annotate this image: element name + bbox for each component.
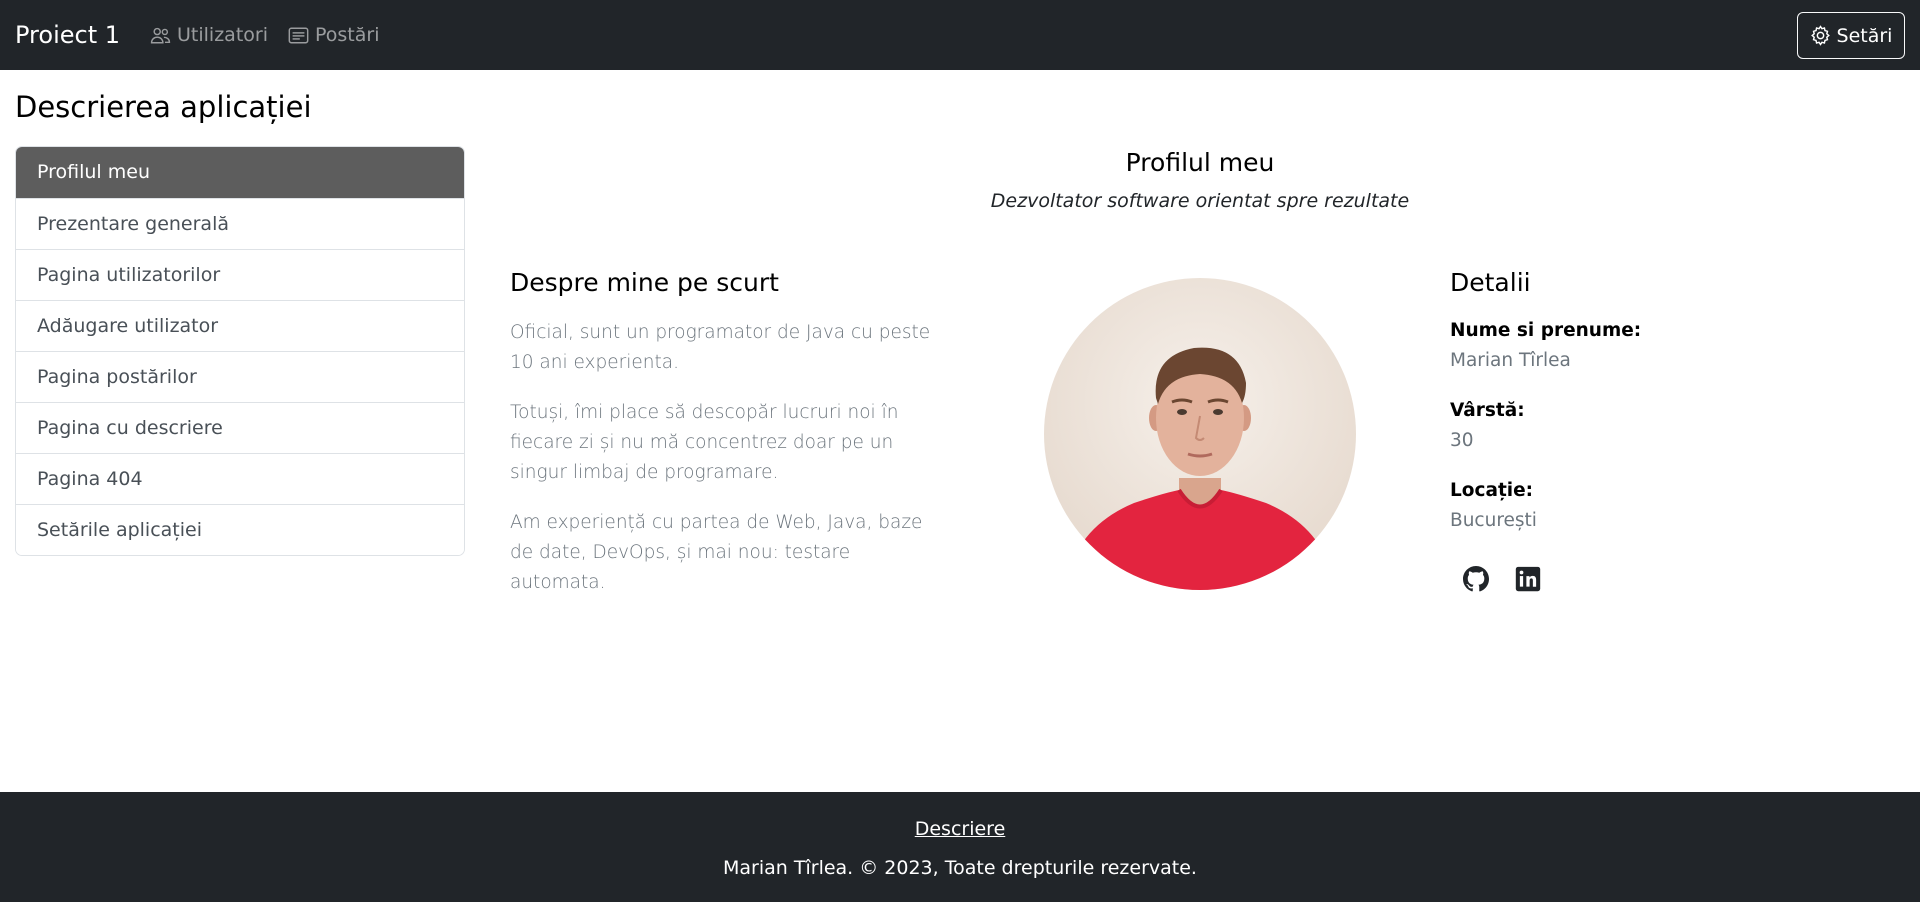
sidebar-item-overview[interactable]: Prezentare generală bbox=[16, 198, 464, 249]
name-label: Nume si prenume: bbox=[1450, 320, 1642, 341]
footer-description-link: Descriere bbox=[0, 818, 1920, 840]
sidebar-item-profile[interactable]: Profilul meu bbox=[16, 147, 464, 198]
nav-link-users[interactable]: Utilizatori bbox=[150, 24, 268, 46]
profile-photo bbox=[1064, 347, 1336, 590]
settings-button[interactable]: Setări bbox=[1797, 12, 1905, 59]
sidebar-item-users-page[interactable]: Pagina utilizatorilor bbox=[16, 249, 464, 300]
footer-description-link-text[interactable]: Descriere bbox=[915, 818, 1006, 840]
settings-button-label: Setări bbox=[1836, 24, 1893, 47]
avatar bbox=[1044, 278, 1356, 590]
top-navbar: Proiect 1 Utilizatori Postări Setări bbox=[0, 0, 1920, 70]
about-paragraph: Am experiență cu partea de Web, Java, ba… bbox=[510, 512, 923, 593]
nav-link-users-label: Utilizatori bbox=[177, 24, 268, 46]
profile-title: Profilul meu bbox=[1125, 148, 1275, 177]
age-label: Vârstă: bbox=[1450, 400, 1525, 421]
location-label: Locație: bbox=[1450, 480, 1534, 501]
details-title: Detalii bbox=[1450, 268, 1531, 297]
sidebar-item-description-page[interactable]: Pagina cu descriere bbox=[16, 402, 464, 453]
location-value: București bbox=[1450, 510, 1537, 531]
linkedin-icon[interactable] bbox=[1515, 566, 1541, 592]
age-value: 30 bbox=[1450, 430, 1474, 451]
nav-link-posts[interactable]: Postări bbox=[288, 24, 380, 46]
profile-subtitle: Dezvoltator software orientat spre rezul… bbox=[990, 190, 1410, 212]
brand-link[interactable]: Proiect 1 bbox=[15, 21, 120, 49]
people-icon bbox=[150, 27, 171, 43]
gear-icon bbox=[1810, 25, 1830, 46]
card-text-icon bbox=[288, 27, 309, 43]
nav-link-posts-label: Postări bbox=[315, 24, 380, 46]
sidebar-item-posts-page[interactable]: Pagina postărilor bbox=[16, 351, 464, 402]
footer-copyright: Marian Tîrlea. © 2023, Toate drepturile … bbox=[723, 857, 1197, 879]
footer: Descriere Marian Tîrlea. © 2023, Toate d… bbox=[0, 792, 1920, 902]
sidebar-item-app-settings[interactable]: Setările aplicației bbox=[16, 504, 464, 555]
name-value: Marian Tîrlea bbox=[1450, 350, 1571, 371]
sidebar-item-add-user[interactable]: Adăugare utilizator bbox=[16, 300, 464, 351]
sidebar-menu: Profilul meu Prezentare generală Pagina … bbox=[15, 146, 465, 556]
github-icon[interactable] bbox=[1463, 566, 1489, 592]
about-paragraph: Oficial, sunt un programator de Java cu … bbox=[510, 322, 931, 373]
sidebar-item-404-page[interactable]: Pagina 404 bbox=[16, 453, 464, 504]
about-title: Despre mine pe scurt bbox=[510, 268, 779, 297]
about-paragraph: Totuși, îmi place să descopăr lucruri no… bbox=[510, 402, 899, 483]
page-title: Descrierea aplicației bbox=[15, 90, 312, 124]
